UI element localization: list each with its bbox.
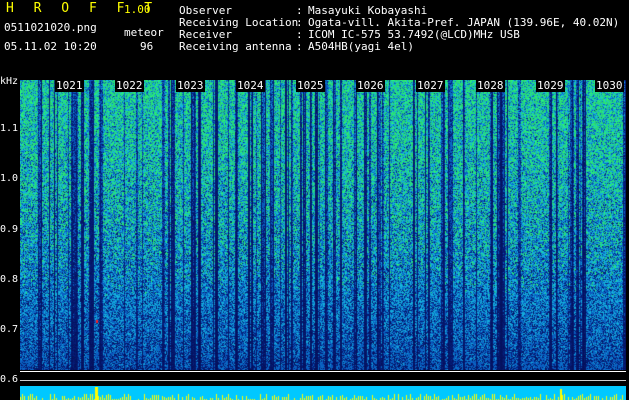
reference-line [20, 380, 626, 381]
y-tick: 0.7 [0, 324, 19, 335]
antenna-value: A504HB(yagi 4el) [308, 40, 414, 53]
reference-line [20, 371, 626, 372]
x-tick: 1027 [416, 79, 445, 92]
spectrogram-canvas [20, 80, 626, 370]
y-axis-unit: kHz [0, 76, 19, 87]
app-version: 1.00 [124, 3, 151, 16]
x-tick: 1029 [536, 79, 565, 92]
x-tick: 1030 [595, 79, 624, 92]
hrofft-window: H R O F F T 1.00 0511021020.png meteor 0… [0, 0, 629, 400]
x-tick: 1021 [55, 79, 84, 92]
y-tick: 0.6 [0, 374, 19, 385]
antenna-label: Receiving antenna [179, 40, 292, 53]
x-tick: 1022 [115, 79, 144, 92]
antenna-colon: : [296, 40, 303, 53]
y-tick: 0.8 [0, 274, 19, 285]
x-tick: 1026 [356, 79, 385, 92]
x-tick: 1023 [176, 79, 205, 92]
spectrogram-plot [20, 80, 626, 370]
filename-label: 0511021020.png [4, 21, 97, 34]
y-tick: 1.0 [0, 173, 19, 184]
x-tick: 1024 [236, 79, 265, 92]
timestamp-label: 05.11.02 10:20 [4, 40, 97, 53]
meteor-label: meteor [124, 26, 164, 39]
meteor-count: 96 [140, 40, 154, 53]
y-tick: 0.9 [0, 224, 19, 235]
signal-level-canvas [20, 387, 626, 400]
x-tick: 1028 [476, 79, 505, 92]
x-tick: 1025 [296, 79, 325, 92]
y-tick: 1.1 [0, 123, 19, 134]
signal-level-strip [20, 386, 626, 400]
